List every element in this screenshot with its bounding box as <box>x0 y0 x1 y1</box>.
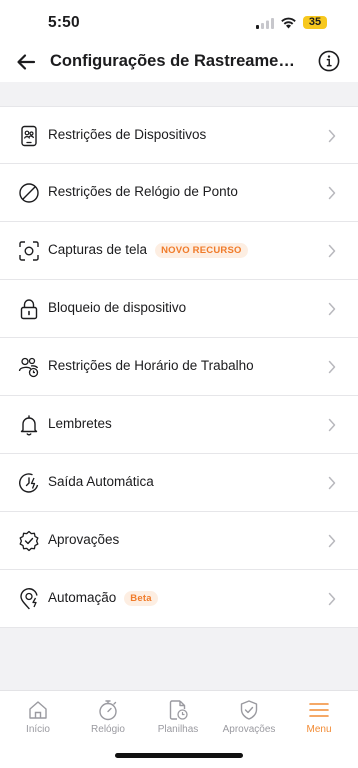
settings-item-label: Saída Automática <box>48 474 154 489</box>
chevron-right-icon <box>328 360 336 374</box>
page-title: Configurações de Rastreamento <box>50 52 300 70</box>
chevron-right-icon <box>328 244 336 258</box>
users-clock-icon <box>18 357 39 378</box>
tab-label: Início <box>26 724 50 735</box>
wifi-icon <box>281 17 296 29</box>
settings-item-approvals[interactable]: Aprovações <box>0 512 358 570</box>
settings-item-work-hours-restrictions[interactable]: Restrições de Horário de Trabalho <box>0 338 358 396</box>
menu-icon <box>309 703 329 717</box>
tab-label: Planilhas <box>157 724 199 735</box>
tab-label: Relógio <box>91 724 125 735</box>
tab-label: Menu <box>306 724 332 735</box>
chevron-right-icon <box>328 418 336 432</box>
settings-item-clock-restrictions[interactable]: Restrições de Relógio de Ponto <box>0 164 358 222</box>
prohibited-icon <box>19 183 39 203</box>
settings-item-label: Restrições de Horário de Trabalho <box>48 358 254 373</box>
settings-item-reminders[interactable]: Lembretes <box>0 396 358 454</box>
bell-icon <box>20 415 38 436</box>
header: Configurações de Rastreamento <box>0 44 358 82</box>
settings-item-label: Bloqueio de dispositivo <box>48 300 187 315</box>
settings-item-label: Capturas de tela <box>48 242 148 257</box>
settings-content: Restrições de Dispositivos Restrições de… <box>0 82 358 690</box>
settings-item-device-restrictions[interactable]: Restrições de Dispositivos <box>0 106 358 164</box>
chevron-right-icon <box>328 186 336 200</box>
home-icon <box>29 701 47 719</box>
chevron-right-icon <box>328 592 336 606</box>
settings-item-label-with-badge: Automação Beta <box>48 590 158 606</box>
tab-approvals[interactable]: Aprovações <box>214 699 284 743</box>
tab-bar: Início Relógio Planilhas Aprovações Menu <box>0 690 358 768</box>
shield-check-icon <box>240 700 258 720</box>
settings-item-auto-clock-out[interactable]: Saída Automática <box>0 454 358 512</box>
info-icon[interactable] <box>318 50 340 72</box>
timesheet-icon <box>169 700 188 720</box>
settings-item-label: Restrições de Dispositivos <box>48 127 207 142</box>
automation-pin-icon <box>20 588 38 610</box>
auto-clock-out-icon <box>19 473 39 493</box>
tab-home[interactable]: Início <box>3 699 73 743</box>
new-feature-badge: NOVO RECURSO <box>155 243 248 258</box>
tab-timesheets[interactable]: Planilhas <box>143 699 213 743</box>
tab-menu[interactable]: Menu <box>284 699 354 743</box>
tab-clock[interactable]: Relógio <box>73 699 143 743</box>
settings-item-screenshots[interactable]: Capturas de tela NOVO RECURSO <box>0 222 358 280</box>
stopwatch-icon <box>99 700 117 721</box>
settings-list: Restrições de Dispositivos Restrições de… <box>0 106 358 628</box>
device-restrictions-icon <box>21 125 37 147</box>
settings-item-label: Restrições de Relógio de Ponto <box>48 184 238 199</box>
chevron-right-icon <box>328 129 336 143</box>
settings-item-label: Aprovações <box>48 532 120 547</box>
settings-item-device-lock[interactable]: Bloqueio de dispositivo <box>0 280 358 338</box>
back-arrow-icon[interactable] <box>14 50 38 74</box>
chevron-right-icon <box>328 476 336 490</box>
screenshot-icon <box>19 241 39 261</box>
lock-icon <box>20 299 38 320</box>
tab-label: Aprovações <box>222 724 276 735</box>
chevron-right-icon <box>328 302 336 316</box>
settings-item-label: Automação <box>48 590 117 605</box>
settings-item-label-with-badge: Capturas de tela NOVO RECURSO <box>48 242 248 258</box>
home-indicator <box>115 753 243 758</box>
beta-badge: Beta <box>124 591 158 606</box>
cellular-signal-icon <box>256 18 274 29</box>
approval-badge-icon <box>19 530 39 552</box>
chevron-right-icon <box>328 534 336 548</box>
battery-indicator: 35 <box>303 16 327 29</box>
settings-item-automation[interactable]: Automação Beta <box>0 570 358 628</box>
status-bar: 5:50 35 <box>0 0 358 44</box>
status-time: 5:50 <box>48 14 80 31</box>
settings-item-label: Lembretes <box>48 416 112 431</box>
